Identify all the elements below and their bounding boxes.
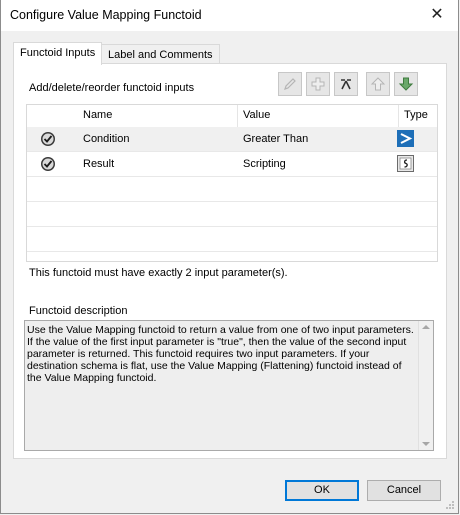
scroll-up-icon[interactable] — [422, 325, 430, 329]
script-icon — [397, 155, 414, 172]
move-up-button[interactable] — [366, 72, 390, 96]
empty-row — [27, 227, 437, 252]
column-header-name[interactable]: Name — [83, 109, 112, 121]
check-circle-icon — [41, 132, 55, 146]
tab-functoid-inputs[interactable]: Functoid Inputs — [13, 42, 103, 65]
move-down-icon — [398, 77, 414, 91]
grid-header: Name Value Type — [27, 105, 437, 128]
table-row[interactable]: Condition Greater Than — [27, 127, 437, 152]
scroll-down-icon[interactable] — [422, 442, 430, 446]
description-label: Functoid description — [29, 305, 128, 317]
description-text: Use the Value Mapping functoid to return… — [27, 324, 414, 384]
empty-row — [27, 177, 437, 202]
tab-label-and-comments[interactable]: Label and Comments — [101, 44, 220, 65]
empty-row — [27, 202, 437, 227]
title-bar: Configure Value Mapping Functoid ✕ — [1, 0, 458, 31]
move-down-button[interactable] — [394, 72, 418, 96]
column-header-type[interactable]: Type — [404, 109, 428, 121]
move-up-icon — [370, 77, 386, 91]
dialog-window: Configure Value Mapping Functoid ✕ Funct… — [0, 0, 459, 514]
column-header-value[interactable]: Value — [243, 109, 270, 121]
edit-input-button[interactable] — [278, 72, 302, 96]
table-row[interactable]: Result Scripting — [27, 152, 437, 177]
delete-icon — [341, 79, 351, 90]
check-circle-icon — [41, 157, 55, 171]
inputs-section-label: Add/delete/reorder functoid inputs — [29, 82, 195, 94]
validation-message: This functoid must have exactly 2 input … — [29, 267, 288, 279]
delete-input-button[interactable] — [334, 72, 358, 96]
window-title: Configure Value Mapping Functoid — [10, 8, 202, 22]
functoid-inputs-panel: Add/delete/reorder functoid inputs Name … — [13, 63, 447, 459]
row-name: Condition — [83, 133, 130, 145]
inputs-grid: Name Value Type Condition Greater Than R… — [26, 104, 438, 262]
edit-icon — [284, 78, 296, 90]
resize-grip-icon[interactable] — [445, 500, 455, 510]
row-value: Greater Than — [243, 133, 309, 145]
cancel-button[interactable]: Cancel — [367, 480, 441, 501]
row-value: Scripting — [243, 158, 286, 170]
description-scrollbar[interactable] — [418, 321, 433, 450]
row-name: Result — [83, 158, 115, 170]
close-icon[interactable]: ✕ — [424, 3, 450, 27]
description-box: Use the Value Mapping functoid to return… — [24, 320, 434, 451]
ok-button[interactable]: OK — [285, 480, 359, 501]
add-icon — [311, 77, 325, 91]
greater-than-icon — [397, 130, 414, 147]
add-input-button[interactable] — [306, 72, 330, 96]
